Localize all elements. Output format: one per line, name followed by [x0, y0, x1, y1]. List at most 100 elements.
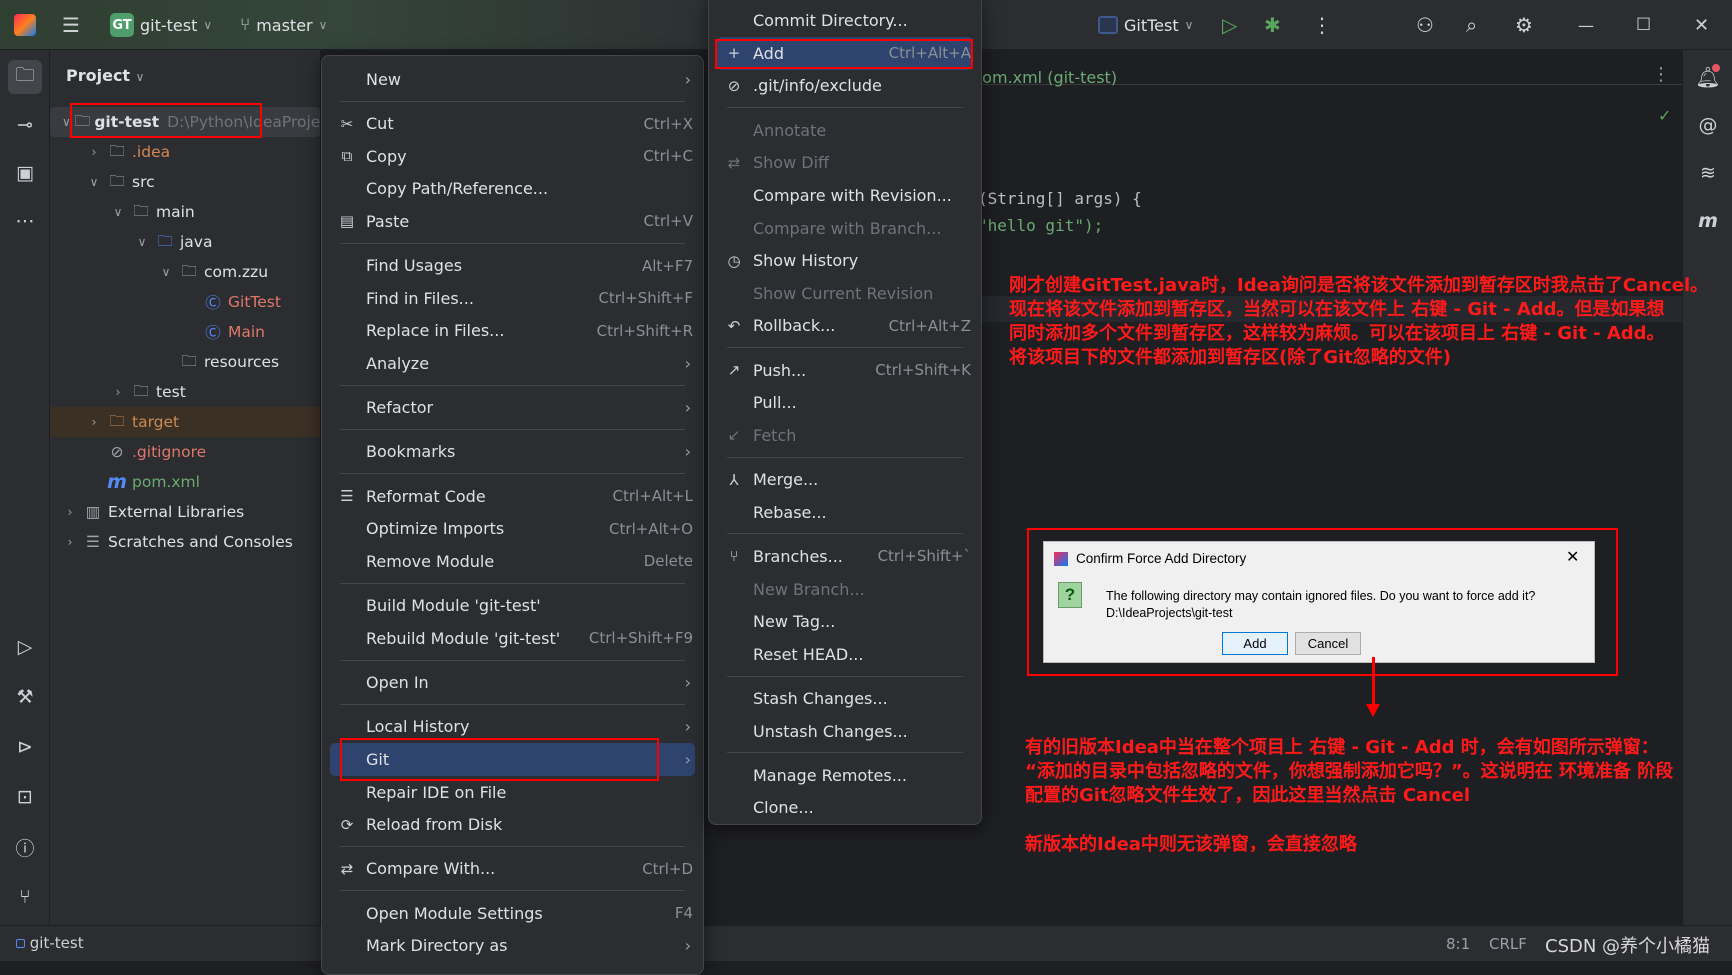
run-icon[interactable]: ▷ [1222, 0, 1237, 50]
git-menu-item-merge[interactable]: ⅄ Merge... [717, 463, 973, 496]
maven-icon[interactable]: m [1691, 204, 1725, 238]
git-menu-item-compare-with-revision[interactable]: Compare with Revision... [717, 179, 973, 212]
gear-icon[interactable]: ⚙ [1515, 0, 1533, 50]
terminal-icon[interactable]: ⊡ [8, 780, 42, 814]
main-menu-icon[interactable]: ☰ [62, 0, 80, 50]
tree-item-test[interactable]: › 🗀 test [50, 377, 320, 407]
git-menu-item-show-history[interactable]: ◷ Show History [717, 244, 973, 277]
tree-item-com-zzu[interactable]: ∨ 🗀 com.zzu [50, 257, 320, 287]
menu-item-rebuild-module-git-test[interactable]: Rebuild Module 'git-test' Ctrl+Shift+F9 [330, 622, 695, 655]
tree-item-src[interactable]: ∨ 🗀 src [50, 167, 320, 197]
menu-item-repair-ide-on-file[interactable]: Repair IDE on File [330, 776, 695, 809]
line-separator[interactable]: CRLF [1489, 935, 1527, 953]
git-menu-item-stash-changes[interactable]: Stash Changes... [717, 682, 973, 715]
more-vertical-icon[interactable]: ⋮ [1312, 0, 1332, 50]
notifications-bell-icon[interactable]: 🔔︎ [1691, 60, 1725, 94]
tree-item-resources[interactable]: 🗀 resources [50, 347, 320, 377]
chevron-down-icon[interactable]: ∨ [62, 115, 71, 129]
project-switcher[interactable]: GT git-test ∨ [110, 0, 212, 50]
run-tool-icon[interactable]: ▷ [8, 630, 42, 664]
tree-item-main[interactable]: ∨ 🗀 main [50, 197, 320, 227]
menu-item-analyze[interactable]: Analyze › [330, 347, 695, 380]
menu-item-bookmarks[interactable]: Bookmarks › [330, 436, 695, 469]
git-menu-item-branches[interactable]: ⑂ Branches... Ctrl+Shift+` [717, 540, 973, 573]
menu-item-open-in[interactable]: Open In › [330, 666, 695, 699]
more-horizontal-icon[interactable]: ⋯ [8, 204, 42, 238]
git-menu-item-pull[interactable]: Pull... [717, 386, 973, 419]
git-menu-item-add[interactable]: + Add Ctrl+Alt+A [717, 37, 973, 70]
tree-item--idea[interactable]: › 🗀 .idea [50, 137, 320, 167]
problems-icon[interactable]: ⓘ [8, 830, 42, 864]
chevron-down-icon[interactable]: ∨ [158, 265, 174, 279]
git-menu-item-manage-remotes[interactable]: Manage Remotes... [717, 759, 973, 792]
tree-item-gittest[interactable]: Ⓒ GitTest [50, 287, 320, 317]
more-vertical-icon[interactable]: ⋮ [1652, 64, 1670, 85]
git-menu-item-git-info-exclude[interactable]: ⊘ .git/info/exclude [717, 70, 973, 103]
menu-item-new[interactable]: New › [330, 63, 695, 96]
menu-item-find-in-files[interactable]: Find in Files... Ctrl+Shift+F [330, 282, 695, 315]
tree-item-main[interactable]: Ⓒ Main [50, 317, 320, 347]
git-menu-item-new-tag[interactable]: New Tag... [717, 605, 973, 638]
menu-item-reload-from-disk[interactable]: ⟳ Reload from Disk [330, 808, 695, 841]
ai-assistant-spiral-icon[interactable]: @ [1691, 108, 1725, 142]
menu-item-reformat-code[interactable]: ☰ Reformat Code Ctrl+Alt+L [330, 480, 695, 513]
tree-item-git-test[interactable]: ∨ 🗀 git-test D:\Python\IdeaProje [50, 107, 320, 137]
chevron-down-icon[interactable]: ∨ [86, 175, 102, 189]
run-config-selector[interactable]: GitTest ∨ [1098, 0, 1193, 50]
tree-item-external-libraries[interactable]: › ▥ External Libraries [50, 497, 320, 527]
menu-item-find-usages[interactable]: Find Usages Alt+F7 [330, 249, 695, 282]
menu-item-cut[interactable]: ✂ Cut Ctrl+X [330, 107, 695, 140]
menu-item-replace-in-files[interactable]: Replace in Files... Ctrl+Shift+R [330, 315, 695, 348]
minimize-icon[interactable]: — [1578, 0, 1594, 50]
status-project[interactable]: git-test [16, 934, 84, 952]
tree-item-scratches-and-consoles[interactable]: › ☰ Scratches and Consoles [50, 527, 320, 557]
git-menu-item-rollback[interactable]: ↶ Rollback... Ctrl+Alt+Z [717, 310, 973, 343]
add-user-icon[interactable]: ⚇ [1416, 0, 1434, 50]
build-hammer-icon[interactable]: ⚒ [8, 680, 42, 714]
chevron-right-icon[interactable]: › [86, 415, 102, 429]
project-tool-folder-icon[interactable]: 🗀 [8, 60, 42, 94]
structure-icon[interactable]: ▣ [8, 156, 42, 190]
debug-icon[interactable]: ✱ [1264, 0, 1281, 50]
search-icon[interactable]: ⌕ [1466, 0, 1477, 50]
chevron-right-icon[interactable]: › [62, 535, 78, 549]
menu-item-refactor[interactable]: Refactor › [330, 391, 695, 424]
services-icon[interactable]: ⊳ [8, 730, 42, 764]
tree-item-pom-xml[interactable]: m pom.xml [50, 467, 320, 497]
menu-item-git[interactable]: Git › [330, 743, 695, 776]
menu-item-build-module-git-test[interactable]: Build Module 'git-test' [330, 589, 695, 622]
tree-item-java[interactable]: ∨ 🗀 java [50, 227, 320, 257]
menu-item-remove-module[interactable]: Remove Module Delete [330, 545, 695, 578]
editor-tab-pom[interactable]: pom.xml (git-test) [972, 68, 1117, 87]
maximize-icon[interactable]: ☐ [1636, 0, 1651, 50]
menu-item-copy[interactable]: ⧉ Copy Ctrl+C [330, 140, 695, 173]
inspection-ok-check-icon[interactable]: ✓ [1658, 106, 1671, 125]
dialog-cancel-button[interactable]: Cancel [1295, 632, 1361, 655]
menu-item-open-module-settings[interactable]: Open Module Settings F4 [330, 897, 695, 930]
menu-item-compare-with[interactable]: ⇄ Compare With... Ctrl+D [330, 853, 695, 886]
close-icon[interactable]: ✕ [1694, 0, 1709, 50]
chevron-right-icon[interactable]: › [62, 505, 78, 519]
tree-item--gitignore[interactable]: ⊘ .gitignore [50, 437, 320, 467]
menu-item-paste[interactable]: ▤ Paste Ctrl+V [330, 205, 695, 238]
menu-item-copy-path-reference[interactable]: Copy Path/Reference... [330, 172, 695, 205]
git-menu-item-push[interactable]: ↗ Push... Ctrl+Shift+K [717, 354, 973, 387]
project-panel-title[interactable]: Project ∨ [66, 66, 144, 85]
git-menu-item-rebase[interactable]: Rebase... [717, 496, 973, 529]
chevron-right-icon[interactable]: › [110, 385, 126, 399]
dialog-close-icon[interactable]: ✕ [1566, 547, 1579, 567]
tree-item-target[interactable]: › 🗀 target [50, 407, 320, 437]
git-menu-item-commit-directory[interactable]: Commit Directory... [717, 5, 973, 38]
chevron-right-icon[interactable]: › [86, 145, 102, 159]
dialog-add-button[interactable]: Add [1222, 632, 1288, 655]
git-menu-item-clone[interactable]: Clone... [717, 792, 973, 825]
caret-position[interactable]: 8:1 [1446, 935, 1470, 953]
branch-switcher[interactable]: ⑂ master ∨ [240, 0, 327, 50]
chevron-down-icon[interactable]: ∨ [110, 205, 126, 219]
git-tool-icon[interactable]: ⑂ [8, 880, 42, 914]
chevron-down-icon[interactable]: ∨ [134, 235, 150, 249]
git-menu-item-reset-head[interactable]: Reset HEAD... [717, 638, 973, 671]
menu-item-local-history[interactable]: Local History › [330, 711, 695, 744]
database-icon[interactable]: ≋ [1691, 156, 1725, 190]
git-menu-item-unstash-changes[interactable]: Unstash Changes... [717, 715, 973, 748]
